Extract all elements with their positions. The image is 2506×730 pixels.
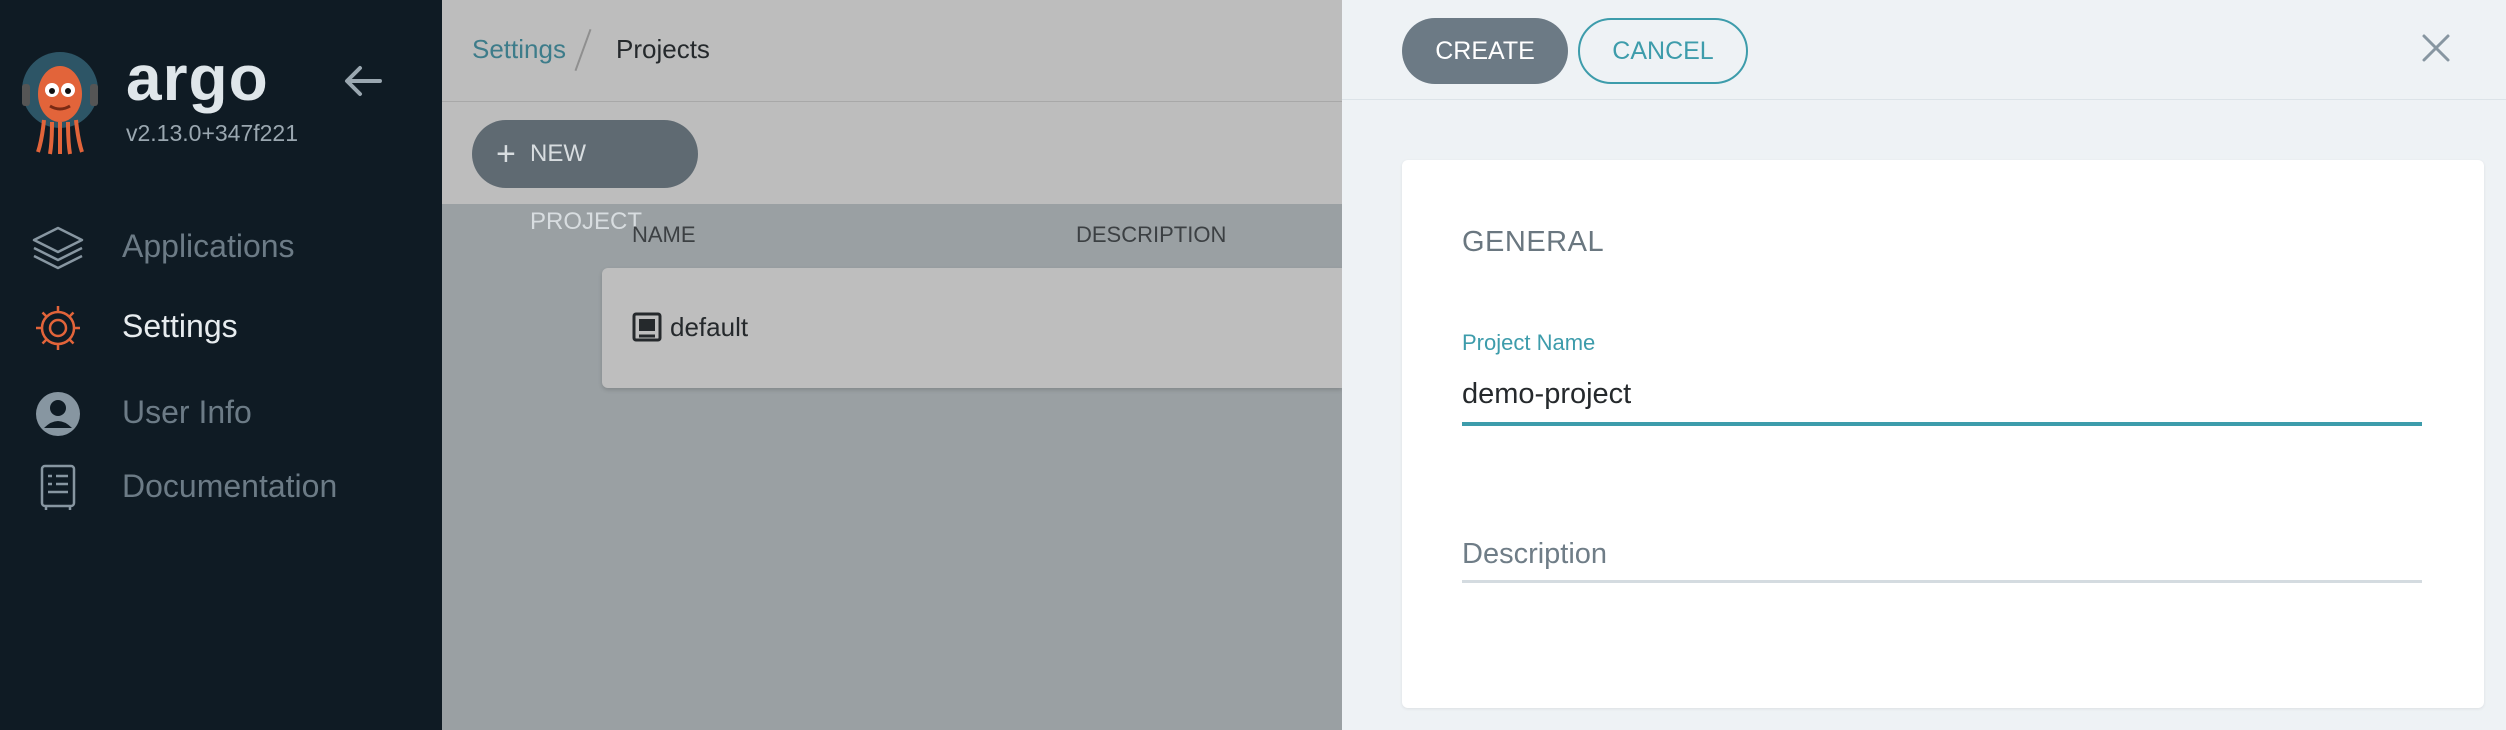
sidebar-item-user-info[interactable]: User Info <box>0 380 442 440</box>
sidebar-item-applications[interactable]: Applications <box>0 214 442 274</box>
create-button[interactable]: CREATE <box>1402 18 1568 84</box>
breadcrumb-settings-link[interactable]: Settings <box>472 34 566 65</box>
plus-icon: + <box>496 135 516 173</box>
project-name-label: Project Name <box>1462 330 1596 355</box>
breadcrumb-separator <box>574 28 592 72</box>
project-icon <box>632 312 662 342</box>
section-title: GENERAL <box>1462 226 1605 258</box>
gear-icon <box>30 304 86 352</box>
column-header-description: DESCRIPTION <box>1076 222 1227 247</box>
panel-header: CREATE CANCEL <box>1342 0 2506 100</box>
argo-logo <box>20 50 100 156</box>
close-icon <box>2422 34 2450 62</box>
sidebar-item-label: Documentation <box>122 468 338 504</box>
description-input[interactable] <box>1462 530 2422 578</box>
new-project-label: NEW PROJECT <box>530 140 643 235</box>
column-header-name: NAME <box>632 222 696 247</box>
arrow-left-icon <box>345 66 382 96</box>
version-label: v2.13.0+347f221 <box>126 120 299 146</box>
collapse-sidebar-button[interactable] <box>342 60 384 102</box>
sidebar-item-label: User Info <box>122 394 252 430</box>
sidebar: argo v2.13.0+347f221 Applications Settin… <box>0 0 442 730</box>
main-content: Settings Projects + NEW PROJECT NAME DES… <box>442 0 1342 730</box>
toolbar: + NEW PROJECT <box>442 102 1342 235</box>
sidebar-item-documentation[interactable]: Documentation <box>0 454 442 514</box>
brand-name: argo <box>126 42 269 114</box>
table-row[interactable]: default <box>602 268 1342 388</box>
sidebar-item-settings[interactable]: Settings <box>0 294 442 354</box>
project-name-input[interactable] <box>1462 370 2422 418</box>
general-section-card: GENERAL Project Name <box>1402 160 2484 708</box>
breadcrumb-current: Projects <box>616 34 710 64</box>
layers-icon <box>30 224 86 272</box>
new-project-button[interactable]: + NEW PROJECT <box>472 120 698 235</box>
book-icon <box>30 464 86 512</box>
project-name: default <box>670 312 749 342</box>
breadcrumb: Settings Projects <box>442 0 1342 102</box>
sidebar-item-label: Settings <box>122 308 238 344</box>
user-icon <box>30 390 86 438</box>
description-underline <box>1462 580 2422 583</box>
project-name-underline <box>1462 422 2422 426</box>
sidebar-item-label: Applications <box>122 228 295 264</box>
close-panel-button[interactable] <box>2414 26 2458 70</box>
cancel-button[interactable]: CANCEL <box>1578 18 1748 84</box>
create-project-panel: CREATE CANCEL GENERAL Project Name <box>1342 0 2506 730</box>
